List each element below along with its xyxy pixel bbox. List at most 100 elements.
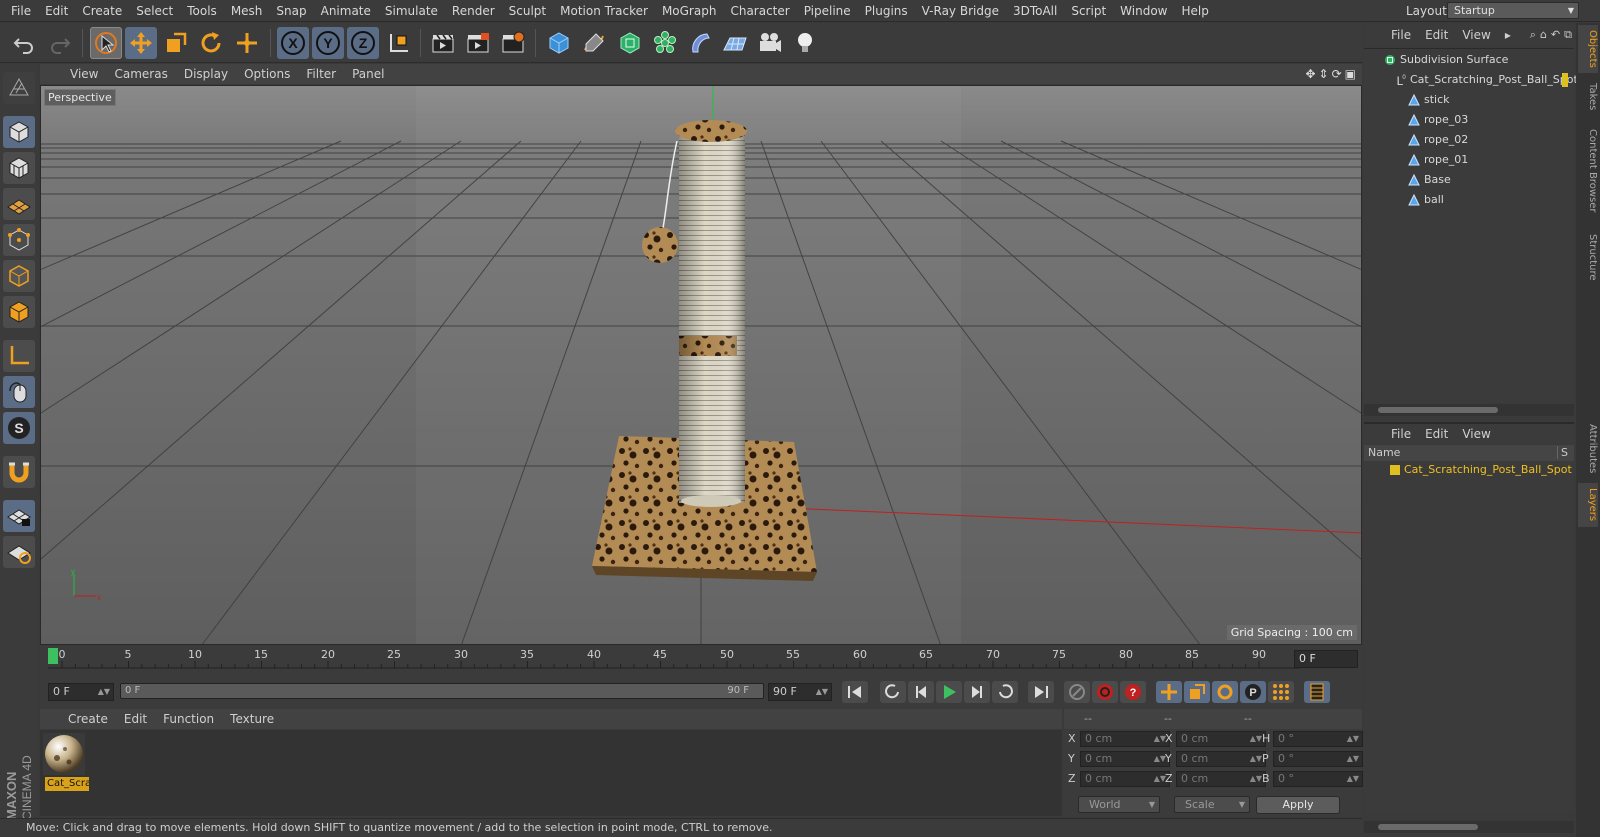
coordinate-space-select[interactable]: World ▼: [1078, 796, 1160, 813]
live-selection-button[interactable]: [90, 27, 122, 59]
record-scale-button[interactable]: [1184, 681, 1210, 703]
menu-plugins[interactable]: Plugins: [858, 0, 915, 22]
viewport-menu-view[interactable]: View: [62, 64, 106, 84]
scale-y-field[interactable]: 0 cm ▲▼: [1176, 751, 1266, 767]
menu-mograph[interactable]: MoGraph: [655, 0, 724, 22]
object-row-cat-scratching-post[interactable]: L0 Cat_Scratching_Post_Ball_Spot: [1364, 70, 1578, 90]
object-row-ball[interactable]: ball: [1364, 190, 1570, 210]
layer-name-column[interactable]: Name: [1368, 446, 1400, 459]
next-frame-button[interactable]: [964, 681, 990, 703]
spinner-icon[interactable]: ▲▼: [1347, 772, 1359, 786]
viewport-menu-filter[interactable]: Filter: [298, 64, 344, 84]
object-menu-view[interactable]: View: [1455, 25, 1497, 46]
spinner-icon[interactable]: ▲▼: [1347, 732, 1359, 746]
make-editable-button[interactable]: [3, 72, 35, 104]
spinner-icon[interactable]: ▲▼: [98, 684, 110, 700]
record-keys-button[interactable]: [1064, 681, 1090, 703]
tab-attributes[interactable]: Attributes: [1578, 419, 1598, 479]
position-z-field[interactable]: 0 cm ▲▼: [1080, 771, 1170, 787]
object-menu-file[interactable]: File: [1384, 25, 1418, 46]
spline-pen-button[interactable]: [578, 27, 610, 59]
redo-button[interactable]: [44, 27, 76, 59]
spinner-icon[interactable]: ▲▼: [1347, 752, 1359, 766]
menu-animate[interactable]: Animate: [314, 0, 378, 22]
scale-tool-button[interactable]: [160, 27, 192, 59]
rotation-h-field[interactable]: 0 ° ▲▼: [1273, 731, 1363, 747]
points-mode-button[interactable]: [3, 224, 35, 256]
play-forward-button[interactable]: [936, 681, 962, 703]
start-frame-field[interactable]: 0 F ▲▼: [48, 683, 114, 701]
z-axis-lock-button[interactable]: Z: [347, 27, 379, 59]
menu-3dtoall[interactable]: 3DToAll: [1006, 0, 1064, 22]
record-position-button[interactable]: [1156, 681, 1182, 703]
spinner-icon[interactable]: ▲▼: [816, 684, 828, 700]
layer-solo-column[interactable]: S: [1557, 446, 1568, 459]
rotation-p-field[interactable]: 0 ° ▲▼: [1273, 751, 1363, 767]
current-frame-field[interactable]: 0 F: [1294, 650, 1358, 668]
home-icon[interactable]: ⌂: [1540, 28, 1547, 42]
menu-tools[interactable]: Tools: [180, 0, 224, 22]
preview-range-slider[interactable]: 0 F 90 F: [120, 683, 764, 699]
viewport-menu-options[interactable]: Options: [236, 64, 298, 84]
menu-snap[interactable]: Snap: [269, 0, 313, 22]
tab-layers[interactable]: Layers: [1578, 483, 1598, 527]
frame-ruler[interactable]: 0 5 10 15 20 25 30 35 40 45 50 55 60 65 …: [48, 646, 1300, 673]
menu-help[interactable]: Help: [1174, 0, 1215, 22]
object-row-rope-03[interactable]: rope_03: [1364, 110, 1570, 130]
position-x-field[interactable]: 0 cm ▲▼: [1080, 731, 1170, 747]
camera-label[interactable]: Perspective: [44, 89, 116, 106]
record-parameter-button[interactable]: P: [1240, 681, 1266, 703]
polygons-mode-button[interactable]: [3, 296, 35, 328]
layer-menu-edit[interactable]: Edit: [1418, 424, 1455, 445]
tab-content-browser[interactable]: Content Browser: [1578, 121, 1598, 221]
rotate-tool-button[interactable]: [195, 27, 227, 59]
previous-frame-button[interactable]: [908, 681, 934, 703]
menu-vray-bridge[interactable]: V-Ray Bridge: [915, 0, 1006, 22]
scale-z-field[interactable]: 0 cm ▲▼: [1176, 771, 1266, 787]
apply-button[interactable]: Apply: [1256, 796, 1340, 814]
material-menu-function[interactable]: Function: [155, 709, 222, 729]
go-to-end-button[interactable]: [1028, 681, 1054, 703]
menu-motion-tracker[interactable]: Motion Tracker: [553, 0, 655, 22]
playhead-marker[interactable]: [48, 648, 58, 664]
pan-icon[interactable]: ✥: [1305, 67, 1315, 81]
axis-mode-button[interactable]: [3, 340, 35, 372]
model-mode-button[interactable]: [3, 116, 35, 148]
floor-button[interactable]: [719, 27, 751, 59]
scale-x-field[interactable]: 0 cm ▲▼: [1176, 731, 1266, 747]
menu-script[interactable]: Script: [1064, 0, 1113, 22]
layout-select[interactable]: Startup ▼: [1447, 2, 1579, 19]
spinner-icon[interactable]: ▲▼: [1250, 752, 1262, 766]
menu-simulate[interactable]: Simulate: [378, 0, 445, 22]
material-menu-create[interactable]: Create: [60, 709, 116, 729]
previous-key-button[interactable]: [880, 681, 906, 703]
zoom-icon[interactable]: ⇕: [1319, 67, 1329, 81]
position-y-field[interactable]: 0 cm ▲▼: [1080, 751, 1170, 767]
menu-create[interactable]: Create: [75, 0, 129, 22]
layer-row[interactable]: Cat_Scratching_Post_Ball_Spot: [1364, 460, 1572, 480]
tab-structure[interactable]: Structure: [1578, 225, 1598, 289]
back-icon[interactable]: ↶: [1551, 28, 1560, 42]
menu-select[interactable]: Select: [129, 0, 180, 22]
layer-menu-file[interactable]: File: [1384, 424, 1418, 445]
material-name-label[interactable]: Cat_Scra: [45, 777, 89, 791]
toggle-view-icon[interactable]: ▣: [1345, 67, 1356, 81]
light-button[interactable]: [789, 27, 821, 59]
search-icon[interactable]: ⌕: [1530, 28, 1536, 42]
timeline-ruler[interactable]: 0 5 10 15 20 25 30 35 40 45 50 55 60 65 …: [40, 646, 1362, 673]
move-tool-button[interactable]: [125, 27, 157, 59]
record-rotation-button[interactable]: [1212, 681, 1238, 703]
go-to-start-button[interactable]: [842, 681, 868, 703]
viewport-menu-cameras[interactable]: Cameras: [106, 64, 175, 84]
tweak-mode-button[interactable]: [3, 376, 35, 408]
render-view-button[interactable]: [427, 27, 459, 59]
locked-workplane-button[interactable]: [3, 500, 35, 532]
3d-viewport[interactable]: y x Perspective Grid Spacing : 100 cm: [40, 85, 1362, 645]
menu-render[interactable]: Render: [445, 0, 502, 22]
material-item[interactable]: Cat_Scra: [43, 733, 89, 791]
autokeying-button[interactable]: [1092, 681, 1118, 703]
object-row-base[interactable]: Base: [1364, 170, 1570, 190]
menu-file[interactable]: File: [4, 0, 38, 22]
menu-sculpt[interactable]: Sculpt: [502, 0, 553, 22]
object-row-stick[interactable]: stick: [1364, 90, 1570, 110]
